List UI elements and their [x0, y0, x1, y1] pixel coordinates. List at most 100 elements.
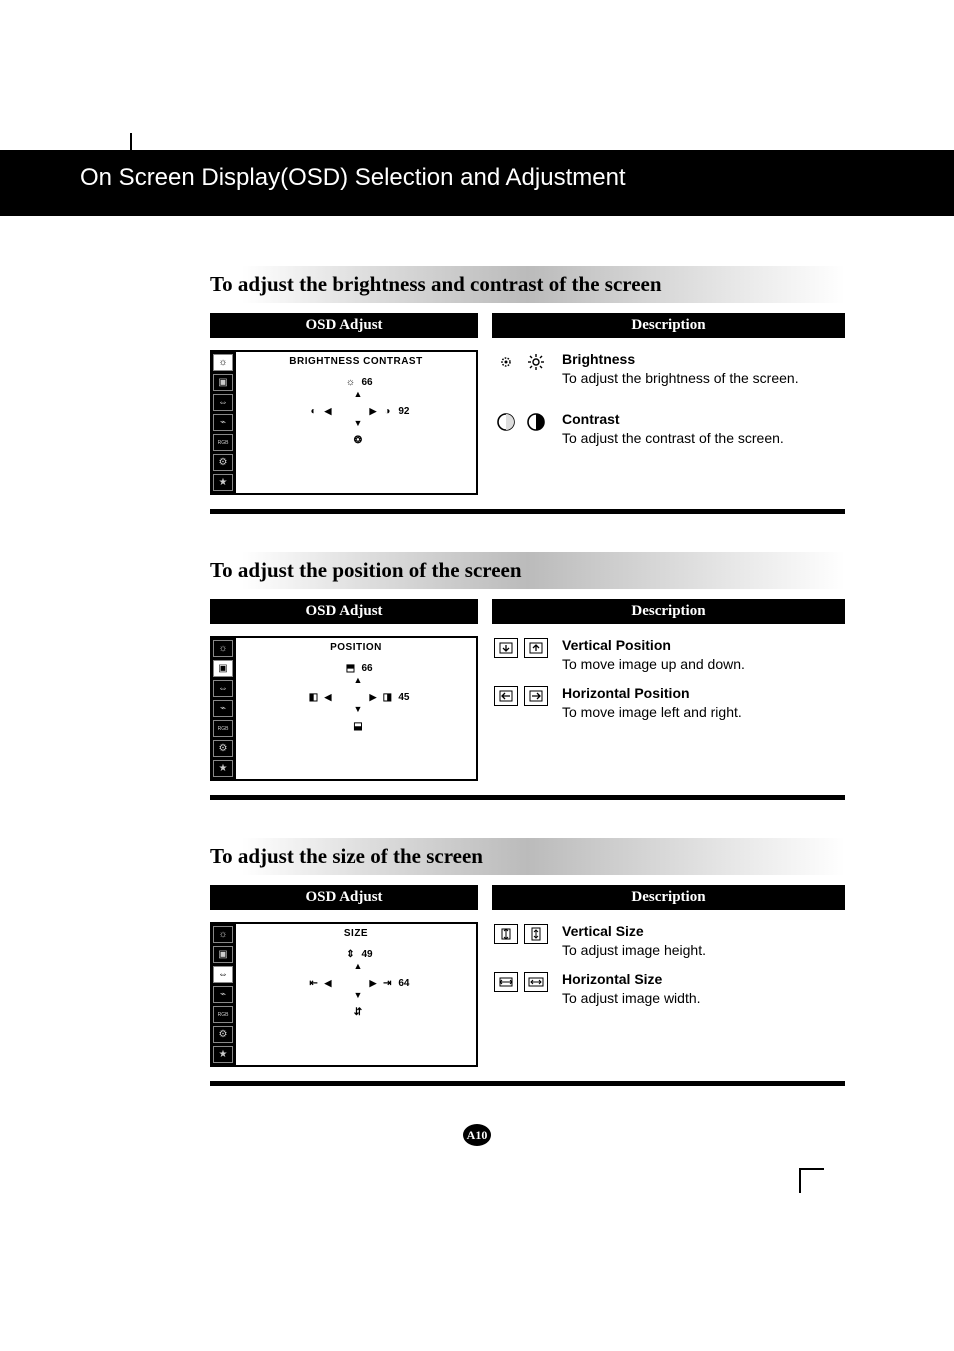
section-heading: To adjust the position of the screen [210, 552, 845, 589]
brightness-value: 66 [361, 377, 372, 388]
sidebar-rgb-icon: RGB [213, 434, 233, 451]
desc-text: Vertical Position To move image up and d… [562, 636, 845, 674]
crop-mark-top-left [130, 158, 155, 183]
desc-col: Vertical Size To adjust image height. [478, 922, 845, 1067]
item-body: To adjust image height. [562, 941, 845, 960]
content-row: ☼ ▣ ⇔ ⌁ RGB ⚙ ★ BRIGHTNESS CONTRAST ☼ [210, 350, 845, 495]
desc-text: Brightness To adjust the brightness of t… [562, 350, 845, 388]
sidebar-size-icon: ⇔ [213, 680, 233, 697]
item-title: Vertical Size [562, 922, 845, 941]
col-osd-adjust: OSD Adjust [210, 313, 478, 338]
height-grow-icon [524, 924, 548, 944]
hpos-icon: ◨ [380, 690, 394, 704]
section-brightness-contrast: To adjust the brightness and contrast of… [120, 266, 834, 514]
sidebar-size-icon: ⇔ [213, 966, 233, 983]
osd-panel: ☼ ▣ ⇔ ⌁ RGB ⚙ ★ BRIGHTNESS CONTRAST ☼ [210, 350, 478, 495]
contrast-high-icon [524, 412, 548, 432]
section-position: To adjust the position of the screen OSD… [120, 552, 834, 800]
desc-icons [494, 410, 550, 448]
column-header-row: OSD Adjust Description [210, 599, 845, 624]
sidebar-brightness-icon: ☼ [213, 926, 233, 943]
arrow-up: ▲ [250, 675, 466, 686]
section-divider [210, 1081, 845, 1086]
osd-title: POSITION [236, 638, 476, 661]
desc-icons [494, 922, 550, 960]
sidebar-position-icon: ▣ [213, 660, 233, 677]
osd-sidebar: ☼ ▣ ⇔ ⌁ RGB ⚙ ★ [210, 350, 236, 495]
arrow-left: ◀ [325, 979, 332, 988]
contrast-low-icon [494, 412, 518, 432]
height-shrink-icon [494, 924, 518, 944]
sidebar-setup-icon: ⚙ [213, 740, 233, 757]
osd-main: BRIGHTNESS CONTRAST ☼ 66 ▲ ◐ ◀ [236, 350, 478, 495]
osd-body: ⇕ 49 ▲ ⇤ ◀ ▶ ⇥ 64 [236, 947, 476, 1031]
col-gap [478, 599, 492, 624]
hpos-value: 45 [398, 692, 409, 703]
desc-icons [494, 970, 550, 1008]
desc-text: Vertical Size To adjust image height. [562, 922, 845, 960]
item-title: Vertical Position [562, 636, 845, 655]
contrast-value: 92 [398, 406, 409, 417]
col-description: Description [492, 885, 845, 910]
sidebar-size-icon: ⇔ [213, 394, 233, 411]
hsize-value: 64 [398, 978, 409, 989]
sidebar-shape-icon: ⌁ [213, 986, 233, 1003]
osd-bottom-icon: ⇵ [250, 1005, 466, 1019]
desc-icons [494, 684, 550, 722]
arrow-right: ▶ [369, 979, 376, 988]
section-divider [210, 795, 845, 800]
section-heading: To adjust the brightness and contrast of… [210, 266, 845, 303]
osd-bottom-icon: ⬓ [250, 719, 466, 733]
vpos-icon: ⬒ [343, 661, 357, 675]
sidebar-shape-icon: ⌁ [213, 700, 233, 717]
vsize-icon: ⇕ [343, 947, 357, 961]
desc-col: Vertical Position To move image up and d… [478, 636, 845, 781]
item-title: Contrast [562, 410, 845, 429]
osd-panel-wrap: ☼ ▣ ⇔ ⌁ RGB ⚙ ★ POSITION ⬒ 66 [210, 636, 478, 781]
col-gap [478, 885, 492, 910]
arrow-up: ▲ [250, 389, 466, 400]
osd-body: ☼ 66 ▲ ◐ ◀ ▶ ◑ 92 [236, 375, 476, 459]
osd-body: ⬒ 66 ▲ ◧ ◀ ▶ ◨ 45 [236, 661, 476, 745]
width-grow-icon [524, 972, 548, 992]
width-shrink-icon [494, 972, 518, 992]
section-heading: To adjust the size of the screen [210, 838, 845, 875]
col-osd-adjust: OSD Adjust [210, 599, 478, 624]
content-row: ☼ ▣ ⇔ ⌁ RGB ⚙ ★ POSITION ⬒ 66 [210, 636, 845, 781]
osd-vsize-row: ⇕ 49 [250, 947, 466, 961]
osd-bottom-icon: ❂ [250, 433, 466, 447]
arrow-down: ▼ [250, 990, 466, 1001]
page-number-wrap: A10 [120, 1124, 834, 1146]
arrow-left-icon [494, 686, 518, 706]
desc-icons [494, 350, 550, 388]
column-header-row: OSD Adjust Description [210, 885, 845, 910]
osd-brightness-row: ☼ 66 [250, 375, 466, 389]
sidebar-rgb-icon: RGB [213, 720, 233, 737]
desc-item-contrast: Contrast To adjust the contrast of the s… [494, 410, 845, 448]
arrow-up: ▲ [250, 961, 466, 972]
osd-contrast-row: ◐ ◀ ▶ ◑ 92 [250, 404, 466, 418]
section-size: To adjust the size of the screen OSD Adj… [120, 838, 834, 1086]
osd-title: SIZE [236, 924, 476, 947]
content-row: ☼ ▣ ⇔ ⌁ RGB ⚙ ★ SIZE ⇕ 49 [210, 922, 845, 1067]
col-description: Description [492, 313, 845, 338]
col-description: Description [492, 599, 845, 624]
arrow-right-icon [524, 686, 548, 706]
sidebar-setup-icon: ⚙ [213, 454, 233, 471]
item-body: To move image up and down. [562, 655, 845, 674]
page-number: A10 [463, 1124, 491, 1146]
sun-bright-icon [524, 352, 548, 372]
arrow-right: ▶ [369, 693, 376, 702]
hsize-icon: ⇤ [307, 976, 321, 990]
osd-panel-wrap: ☼ ▣ ⇔ ⌁ RGB ⚙ ★ BRIGHTNESS CONTRAST ☼ [210, 350, 478, 495]
arrow-down: ▼ [250, 704, 466, 715]
desc-text: Horizontal Position To move image left a… [562, 684, 845, 722]
desc-col: Brightness To adjust the brightness of t… [478, 350, 845, 495]
desc-item-vpos: Vertical Position To move image up and d… [494, 636, 845, 674]
sidebar-star-icon: ★ [213, 474, 233, 491]
column-header-row: OSD Adjust Description [210, 313, 845, 338]
page: On Screen Display(OSD) Selection and Adj… [0, 50, 954, 1146]
desc-item-vsize: Vertical Size To adjust image height. [494, 922, 845, 960]
arrow-right: ▶ [369, 407, 376, 416]
desc-item-brightness: Brightness To adjust the brightness of t… [494, 350, 845, 388]
